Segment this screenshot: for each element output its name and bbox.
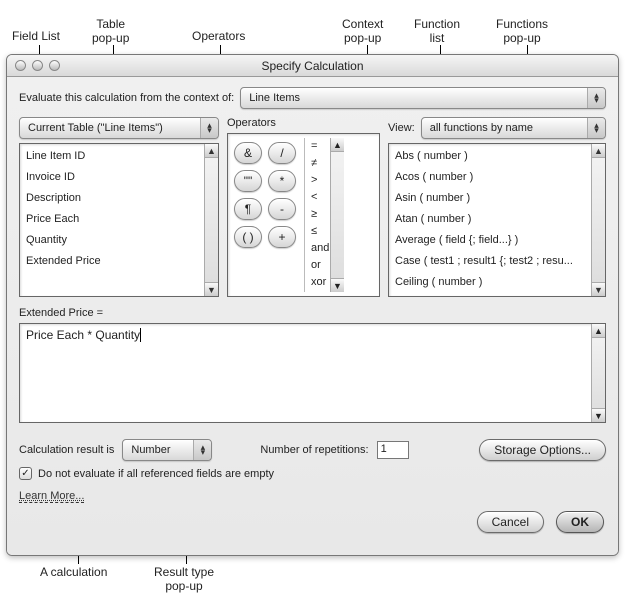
function-list-item[interactable]: Abs ( number ) bbox=[389, 146, 605, 167]
result-type-label: Calculation result is bbox=[19, 444, 114, 456]
function-list-item[interactable]: Atan ( number ) bbox=[389, 209, 605, 230]
scroll-down-icon[interactable]: ▼ bbox=[331, 278, 344, 292]
function-list-item[interactable]: Char ( number ) bbox=[389, 293, 605, 297]
storage-options-label: Storage Options... bbox=[494, 443, 591, 457]
function-list-item[interactable]: Asin ( number ) bbox=[389, 188, 605, 209]
cancel-button[interactable]: Cancel bbox=[477, 511, 544, 533]
scrollbar[interactable]: ▲ ▼ bbox=[591, 144, 605, 296]
ann-functions-popup: Functions pop-up bbox=[496, 18, 548, 46]
ann-table-popup: Table pop-up bbox=[92, 18, 129, 46]
field-list-item[interactable]: Description bbox=[20, 188, 218, 209]
field-list[interactable]: Line Item IDInvoice IDDescriptionPrice E… bbox=[19, 143, 219, 297]
field-list-item[interactable]: Invoice ID bbox=[20, 167, 218, 188]
ok-label: OK bbox=[571, 515, 589, 529]
scrollbar[interactable]: ▲ ▼ bbox=[330, 138, 344, 292]
close-icon[interactable] bbox=[15, 60, 26, 71]
calculation-result-field-label: Extended Price = bbox=[19, 307, 606, 319]
scroll-up-icon[interactable]: ▲ bbox=[592, 324, 605, 338]
do-not-evaluate-checkbox[interactable]: ✓ bbox=[19, 467, 32, 480]
functions-view-popup[interactable]: all functions by name ▴▾ bbox=[421, 117, 606, 139]
scroll-up-icon[interactable]: ▲ bbox=[592, 144, 605, 158]
chevron-up-down-icon: ▴▾ bbox=[193, 440, 211, 460]
traffic-lights bbox=[7, 60, 60, 71]
scrollbar[interactable]: ▲ ▼ bbox=[591, 324, 605, 422]
repetitions-value: 1 bbox=[381, 443, 387, 455]
field-list-item[interactable]: Quantity bbox=[20, 230, 218, 251]
zoom-icon[interactable] bbox=[49, 60, 60, 71]
result-type-popup[interactable]: Number ▴▾ bbox=[122, 439, 212, 461]
scroll-down-icon[interactable]: ▼ bbox=[592, 282, 605, 296]
ann-operators: Operators bbox=[192, 30, 245, 44]
function-list-item[interactable]: Average ( field {; field...} ) bbox=[389, 230, 605, 251]
check-icon: ✓ bbox=[21, 468, 29, 479]
comparison-operator-list[interactable]: =≠><≥≤andorxor ▲ ▼ bbox=[304, 138, 344, 292]
scroll-down-icon[interactable]: ▼ bbox=[592, 408, 605, 422]
calculation-text-area[interactable]: Price Each * Quantity ▲ ▼ bbox=[19, 323, 606, 423]
operator-key[interactable]: ¶ bbox=[234, 198, 262, 220]
result-type-value: Number bbox=[131, 444, 170, 456]
operator-key[interactable]: ( ) bbox=[234, 226, 262, 248]
operators-panel: &/ "" * ¶-( ) + =≠><≥≤andorxor ▲ ▼ bbox=[227, 133, 380, 297]
ann-field-list: Field List bbox=[12, 30, 60, 44]
operator-key[interactable]: + bbox=[268, 226, 296, 248]
learn-more-link[interactable]: Learn More... bbox=[19, 490, 84, 503]
context-label: Evaluate this calculation from the conte… bbox=[19, 92, 234, 104]
window-title: Specify Calculation bbox=[7, 59, 618, 73]
dialog-body: Evaluate this calculation from the conte… bbox=[7, 77, 618, 555]
operator-key[interactable]: "" bbox=[234, 170, 262, 192]
function-list[interactable]: Abs ( number )Acos ( number )Asin ( numb… bbox=[388, 143, 606, 297]
chevron-up-down-icon: ▴▾ bbox=[587, 88, 605, 108]
ann-a-calculation: A calculation bbox=[40, 566, 107, 580]
ok-button[interactable]: OK bbox=[556, 511, 604, 533]
repetitions-label: Number of repetitions: bbox=[260, 444, 368, 456]
storage-options-button[interactable]: Storage Options... bbox=[479, 439, 606, 461]
view-label: View: bbox=[388, 122, 415, 134]
do-not-evaluate-label: Do not evaluate if all referenced fields… bbox=[38, 468, 274, 480]
scroll-down-icon[interactable]: ▼ bbox=[205, 282, 218, 296]
scroll-up-icon[interactable]: ▲ bbox=[205, 144, 218, 158]
operator-key[interactable]: - bbox=[268, 198, 296, 220]
function-list-item[interactable]: Acos ( number ) bbox=[389, 167, 605, 188]
text-caret bbox=[140, 328, 141, 342]
titlebar: Specify Calculation bbox=[7, 55, 618, 77]
function-list-item[interactable]: Case ( test1 ; result1 {; test2 ; resu..… bbox=[389, 251, 605, 272]
operators-label: Operators bbox=[227, 117, 380, 129]
chevron-up-down-icon: ▴▾ bbox=[200, 118, 218, 138]
operator-key[interactable]: * bbox=[268, 170, 296, 192]
field-list-item[interactable]: Extended Price bbox=[20, 251, 218, 272]
table-popup[interactable]: Current Table ("Line Items") ▴▾ bbox=[19, 117, 219, 139]
scroll-up-icon[interactable]: ▲ bbox=[331, 138, 344, 152]
function-list-item[interactable]: Ceiling ( number ) bbox=[389, 272, 605, 293]
specify-calculation-window: Specify Calculation Evaluate this calcul… bbox=[6, 54, 619, 556]
chevron-up-down-icon: ▴▾ bbox=[587, 118, 605, 138]
context-popup[interactable]: Line Items ▴▾ bbox=[240, 87, 606, 109]
ann-function-list: Function list bbox=[414, 18, 460, 46]
operator-key[interactable]: / bbox=[268, 142, 296, 164]
repetitions-input[interactable]: 1 bbox=[377, 441, 409, 459]
minimize-icon[interactable] bbox=[32, 60, 43, 71]
functions-view-value: all functions by name bbox=[430, 122, 533, 134]
calculation-text: Price Each * Quantity bbox=[26, 328, 140, 342]
ann-context-popup: Context pop-up bbox=[342, 18, 383, 46]
context-popup-value: Line Items bbox=[249, 92, 300, 104]
ann-result-type-popup: Result type pop-up bbox=[154, 566, 214, 594]
cancel-label: Cancel bbox=[492, 515, 529, 529]
field-list-item[interactable]: Price Each bbox=[20, 209, 218, 230]
table-popup-value: Current Table ("Line Items") bbox=[28, 122, 163, 134]
operator-key[interactable]: & bbox=[234, 142, 262, 164]
field-list-item[interactable]: Line Item ID bbox=[20, 146, 218, 167]
scrollbar[interactable]: ▲ ▼ bbox=[204, 144, 218, 296]
